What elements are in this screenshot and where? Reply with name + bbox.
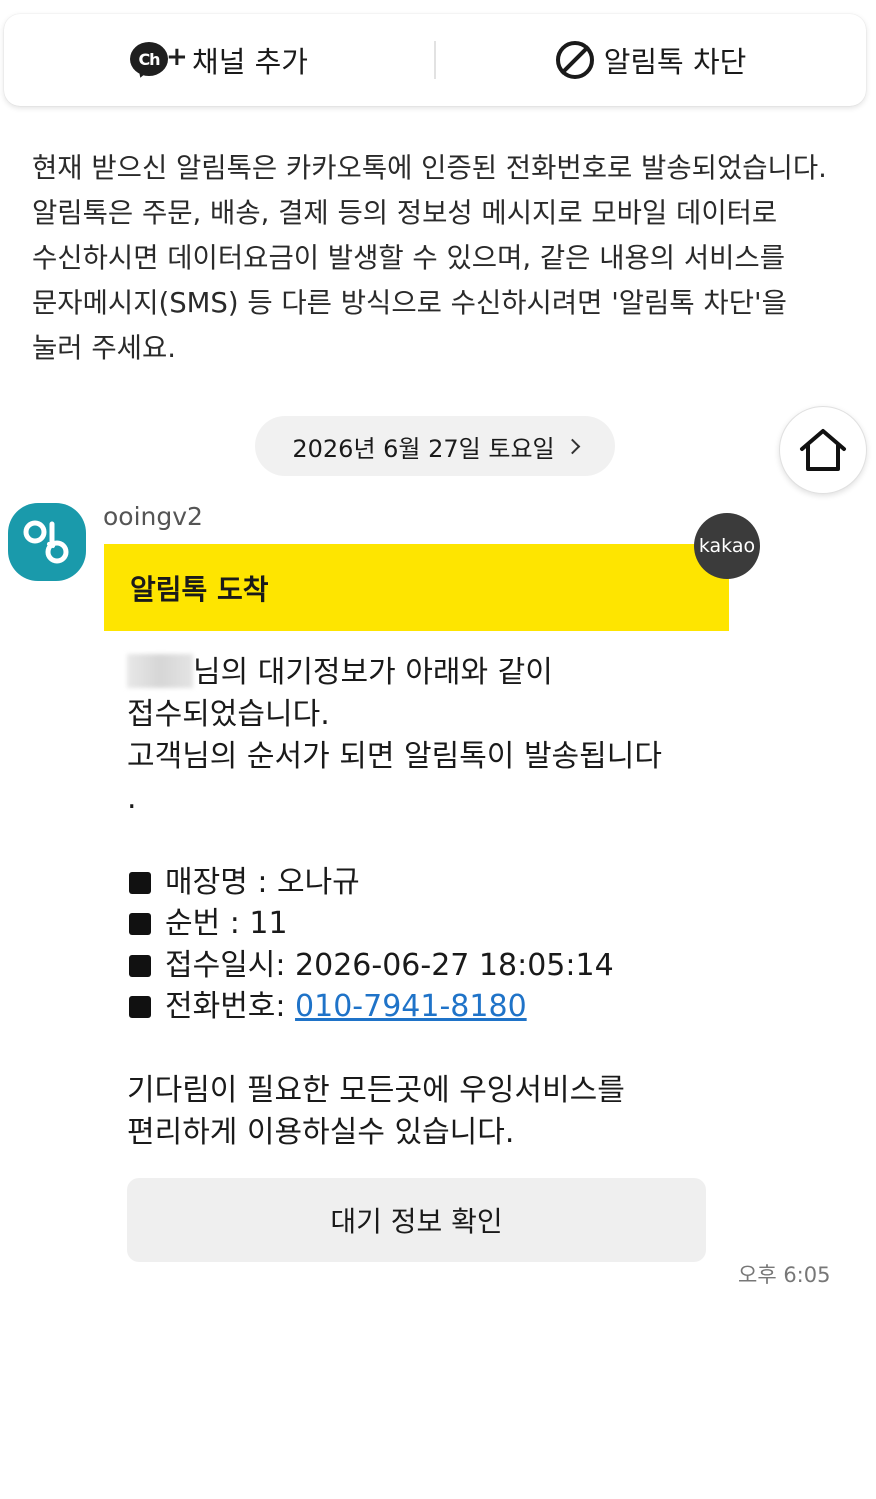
avatar-logo-icon xyxy=(23,520,69,564)
check-waiting-info-button[interactable]: 대기 정보 확인 xyxy=(127,1178,706,1262)
date-separator-button[interactable]: 2026년 6월 27일 토요일 xyxy=(255,416,615,476)
alimtalk-notice-text: 현재 받으신 알림톡은 카카오톡에 인증된 전화번호로 발송되었습니다. 알림톡… xyxy=(32,152,827,364)
block-alimtalk-label: 알림톡 차단 xyxy=(603,45,747,79)
message-time: 오후 6:05 xyxy=(738,1263,831,1287)
add-channel-label: 채널 추가 xyxy=(192,45,308,79)
info-row-number: 순번 : 11 xyxy=(127,904,727,946)
message-closing: 기다림이 필요한 모든곳에 우잉서비스를 편리하게 이용하실수 있습니다. xyxy=(127,1073,635,1150)
chevron-right-icon xyxy=(564,438,580,454)
message-body: 님의 대기정보가 아래와 같이 접수되었습니다. 고객님의 순서가 되면 알림톡… xyxy=(127,652,727,1154)
square-bullet-icon xyxy=(129,913,151,936)
block-icon xyxy=(555,41,594,79)
phone-label: 전화번호: xyxy=(165,989,296,1025)
home-button[interactable] xyxy=(779,406,867,494)
message-header: 알림톡 도착 xyxy=(104,544,729,631)
square-bullet-icon xyxy=(129,954,151,977)
info-row-received: 접수일시: 2026-06-27 18:05:14 xyxy=(127,945,727,987)
info-row-store: 매장명 : 오나규 xyxy=(127,862,727,904)
sender-name: ooingv2 xyxy=(103,502,203,531)
message-intro-line2: 고객님의 순서가 되면 알림톡이 발송됩니다 . xyxy=(127,739,662,816)
home-icon xyxy=(800,429,846,471)
kakao-badge: kakao xyxy=(694,513,760,579)
add-channel-button[interactable]: Ch + 채널 추가 xyxy=(4,14,434,106)
message-intro: 님의 대기정보가 아래와 같이 접수되었습니다. xyxy=(127,654,563,732)
sender-avatar[interactable] xyxy=(8,503,86,581)
waiting-info-list: 매장명 : 오나규 순번 : 11 접수일시: 2026-06-27 18:05… xyxy=(127,862,727,1028)
square-bullet-icon xyxy=(129,996,151,1019)
date-label: 2026년 6월 27일 토요일 xyxy=(292,434,555,463)
square-bullet-icon xyxy=(129,871,151,894)
channel-add-icon: Ch + xyxy=(130,40,188,80)
top-action-bar: Ch + 채널 추가 알림톡 차단 xyxy=(4,14,866,106)
redacted-name xyxy=(127,654,193,688)
block-alimtalk-button[interactable]: 알림톡 차단 xyxy=(436,14,866,106)
info-row-phone: 전화번호: 010-7941-8180 xyxy=(127,987,727,1029)
phone-link[interactable]: 010-7941-8180 xyxy=(295,986,527,1028)
